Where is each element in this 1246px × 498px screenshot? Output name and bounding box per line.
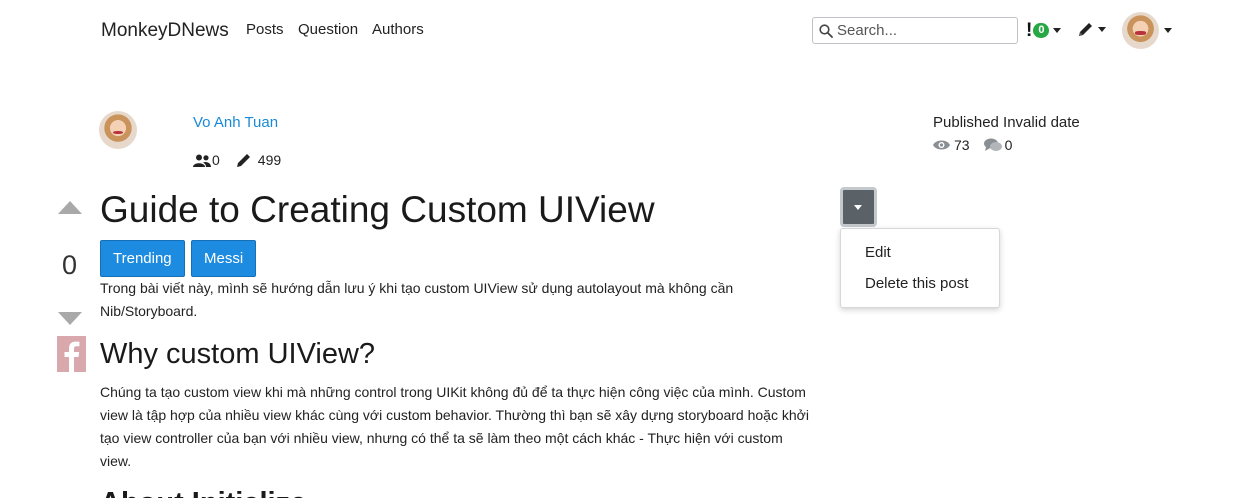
- eye-icon: [933, 140, 950, 150]
- author-followers-count: 0: [212, 152, 220, 168]
- post-title: Guide to Creating Custom UIView: [100, 189, 655, 230]
- facebook-share-button[interactable]: [57, 336, 86, 372]
- downvote-arrow-down-icon[interactable]: [58, 312, 82, 325]
- tag-trending[interactable]: Trending: [100, 240, 185, 277]
- caret-down-icon: [1164, 28, 1172, 33]
- notification-count-badge: 0: [1033, 22, 1050, 38]
- section-body-why-custom-uiview: Chúng ta tạo custom view khi mà những co…: [100, 384, 809, 469]
- tag-messi[interactable]: Messi: [191, 240, 257, 277]
- published-date: Published Invalid date: [933, 114, 1080, 131]
- notification-icon: !: [1026, 19, 1033, 41]
- navbar: MonkeyDNews Posts Question Authors ! 0: [0, 0, 1246, 60]
- comments-icon: [983, 138, 1002, 151]
- post-actions-toggle-button[interactable]: [840, 187, 877, 227]
- author-avatar[interactable]: [99, 111, 137, 149]
- nav-link-posts[interactable]: Posts: [246, 21, 284, 38]
- pencil-icon: [236, 154, 250, 167]
- search-input[interactable]: [837, 20, 1013, 41]
- facebook-icon: [64, 341, 80, 372]
- section-heading-why-custom-uiview: Why custom UIView?: [100, 338, 376, 370]
- notifications-dropdown[interactable]: ! 0: [1026, 19, 1062, 41]
- nav-link-question[interactable]: Question: [298, 21, 358, 38]
- post-intro: Trong bài viết này, mình sẽ hướng dẫn lư…: [100, 280, 734, 319]
- upvote-arrow-up-icon[interactable]: [58, 201, 82, 214]
- user-menu-dropdown[interactable]: [1122, 12, 1172, 49]
- caret-down-icon: [1053, 27, 1062, 33]
- followers-icon: [193, 154, 211, 167]
- caret-down-icon: [854, 205, 862, 210]
- comments-count: 0: [1004, 137, 1013, 153]
- search-icon: [819, 24, 833, 38]
- post-meta-stats: 73 0: [933, 137, 1012, 153]
- brand-link[interactable]: MonkeyDNews: [101, 20, 229, 42]
- user-avatar: [1122, 12, 1159, 49]
- section-heading-about-initialize: About Initialize: [100, 487, 306, 498]
- author-name-link[interactable]: Vo Anh Tuan: [193, 114, 278, 131]
- vote-count: 0: [62, 250, 78, 280]
- menu-item-delete-post[interactable]: Delete this post: [865, 275, 968, 292]
- views-count: 73: [954, 137, 970, 153]
- menu-item-edit[interactable]: Edit: [865, 244, 891, 261]
- pencil-icon: [1079, 23, 1092, 36]
- post-actions-menu: Edit Delete this post: [840, 228, 1000, 308]
- author-posts-count: 499: [257, 152, 282, 168]
- author-stats: 0 499: [193, 152, 281, 168]
- write-dropdown[interactable]: [1078, 21, 1106, 37]
- caret-down-icon: [1098, 26, 1106, 32]
- nav-link-authors[interactable]: Authors: [372, 21, 424, 38]
- search-box: [812, 17, 1018, 44]
